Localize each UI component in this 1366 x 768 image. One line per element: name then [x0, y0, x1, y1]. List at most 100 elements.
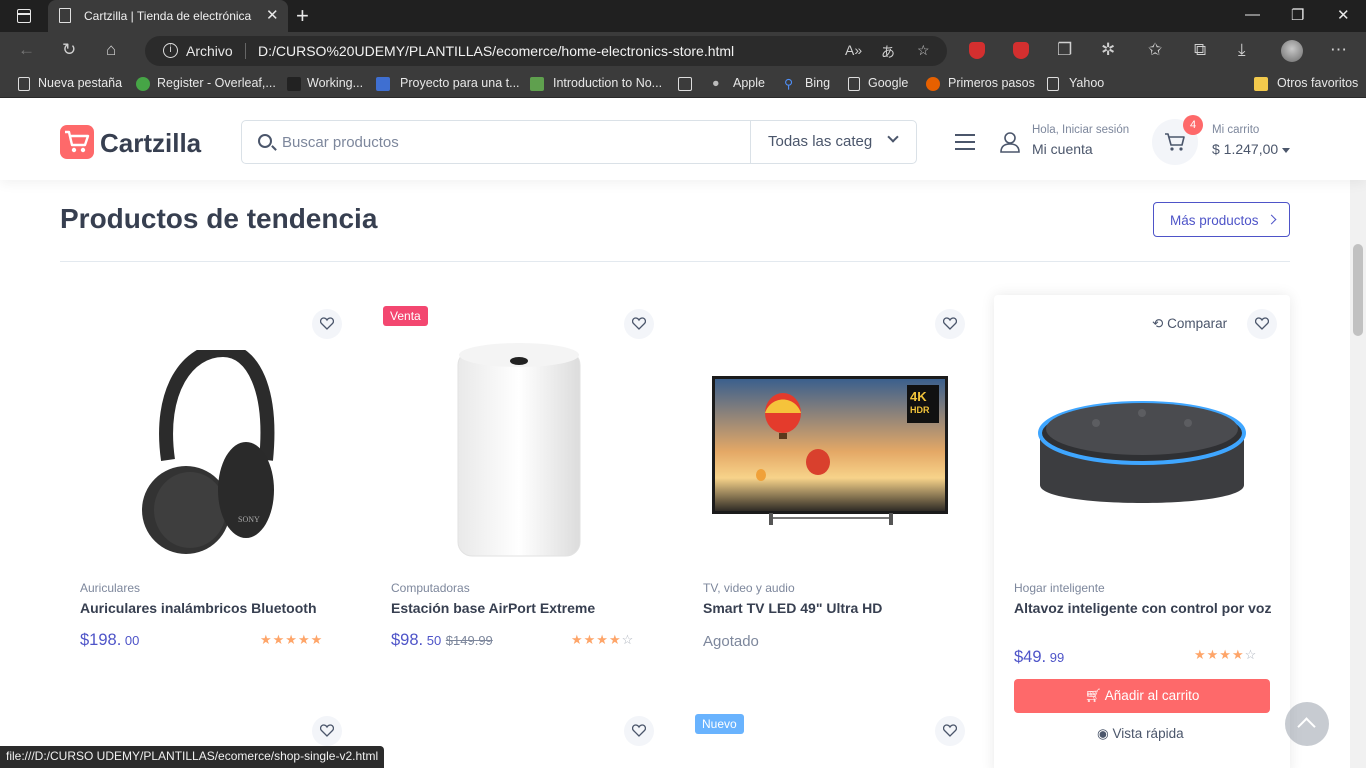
more-products-button[interactable]: Más productos — [1153, 202, 1290, 237]
wishlist-heart-icon[interactable] — [312, 716, 342, 746]
folder-icon — [1254, 77, 1268, 91]
tab-actions-icon[interactable] — [17, 9, 31, 23]
close-window-icon[interactable]: ✕ — [1337, 6, 1350, 24]
wishlist-heart-icon[interactable] — [935, 716, 965, 746]
extension-copy-icon[interactable]: ❐ — [1057, 40, 1072, 60]
home-icon[interactable]: ⌂ — [106, 40, 116, 60]
restore-icon[interactable]: ❐ — [1291, 6, 1304, 24]
product-price: $98. 50 $149.99 — [391, 631, 493, 650]
user-icon[interactable] — [999, 131, 1021, 153]
downloads-icon[interactable]: ⤓ — [1238, 40, 1246, 60]
product-title[interactable]: Smart TV LED 49" Ultra HD — [703, 600, 965, 616]
add-to-cart-label: Añadir al carrito — [1104, 688, 1200, 703]
bookmark-item[interactable]: Nueva pestaña — [38, 76, 122, 90]
cart-label[interactable]: Mi carrito — [1212, 124, 1259, 136]
refresh-icon[interactable]: ↻ — [62, 40, 76, 60]
airport-router-image — [457, 343, 581, 557]
chevron-down-icon — [887, 131, 899, 143]
compare-button[interactable]: ⟲ Comparar — [1152, 316, 1227, 332]
old-price: $149.99 — [445, 633, 493, 648]
add-to-cart-button[interactable]: 🛒︎ Añadir al carrito — [1014, 679, 1270, 713]
translate-icon[interactable]: あ — [881, 42, 895, 62]
extension-adblock2-icon[interactable] — [1013, 42, 1029, 59]
account-link[interactable]: Mi cuenta — [1032, 141, 1093, 157]
account-greeting[interactable]: Hola, Iniciar sesión — [1032, 124, 1129, 136]
overleaf-icon — [136, 77, 150, 91]
quick-view-button[interactable]: ◉ Vista rápida — [1097, 726, 1184, 742]
compare-icon: ⟲ — [1152, 316, 1164, 331]
address-bar[interactable]: i Archivo D:/CURSO%20UDEMY/PLANTILLAS/ec… — [145, 36, 947, 66]
read-aloud-icon[interactable]: A» — [845, 42, 862, 58]
firefox-icon — [926, 77, 940, 91]
back-to-top-button[interactable] — [1285, 702, 1329, 746]
smart-speaker-image — [1038, 401, 1246, 503]
apple-icon: ● — [712, 76, 720, 90]
browser-tab[interactable]: Cartzilla | Tienda de electrónica ✕ — [48, 0, 288, 32]
address-scheme-label: Archivo — [186, 43, 233, 59]
wishlist-heart-icon[interactable] — [1247, 309, 1277, 339]
menu-icon[interactable] — [955, 134, 975, 155]
category-select[interactable]: Todas las categorías — [750, 121, 917, 163]
product-title[interactable]: Altavoz inteligente con control por voz — [1014, 600, 1276, 616]
close-tab-icon[interactable]: ✕ — [266, 6, 279, 24]
price-cents: 00 — [121, 633, 140, 648]
page-icon — [848, 77, 860, 91]
page-icon — [59, 8, 71, 23]
wishlist-heart-icon[interactable] — [935, 309, 965, 339]
product-title[interactable]: Estación base AirPort Extreme — [391, 600, 653, 616]
add-favorite-icon[interactable]: ☆ — [917, 42, 930, 59]
price-cents: 50 — [423, 633, 442, 648]
bookmark-item[interactable]: Google — [868, 76, 908, 90]
address-url[interactable]: D:/CURSO%20UDEMY/PLANTILLAS/ecomerce/hom… — [258, 43, 734, 59]
page-scrollbar[interactable] — [1350, 180, 1366, 768]
stars-filled: ★★★★ — [571, 632, 622, 647]
cartzilla-logo-icon[interactable] — [60, 125, 94, 159]
info-icon[interactable]: i — [163, 43, 178, 58]
bookmark-item[interactable]: Register - Overleaf,... — [157, 76, 276, 90]
tab-title: Cartzilla | Tienda de electrónica — [84, 9, 252, 23]
bookmark-item[interactable]: Working... — [307, 76, 363, 90]
profile-avatar[interactable] — [1281, 40, 1303, 62]
product-category[interactable]: Auriculares — [80, 581, 140, 595]
wishlist-heart-icon[interactable] — [312, 309, 342, 339]
product-category[interactable]: TV, video y audio — [703, 581, 795, 595]
new-tab-icon[interactable]: + — [296, 3, 309, 29]
price-value: $49. — [1014, 648, 1047, 666]
stars-empty: ☆ — [621, 632, 635, 647]
section-divider — [60, 261, 1290, 262]
back-icon[interactable]: ← — [18, 40, 35, 60]
bookmark-item[interactable]: Apple — [733, 76, 765, 90]
rating-stars: ★★★★☆ — [1194, 647, 1257, 663]
cart-icon — [1165, 133, 1185, 151]
logo-text[interactable]: Cartzilla — [100, 128, 201, 159]
extension-adblock-icon[interactable] — [969, 42, 985, 59]
bookmark-item[interactable]: Proyecto para una t... — [400, 76, 520, 90]
caret-down-icon — [1282, 147, 1291, 153]
product-title[interactable]: Auriculares inalámbricos Bluetooth — [80, 600, 342, 616]
eye-icon: ◉ — [1097, 726, 1109, 741]
minimize-icon[interactable]: — — [1245, 6, 1260, 23]
bookmark-item[interactable]: Bing — [805, 76, 830, 90]
search-input[interactable] — [282, 132, 742, 152]
search-bar: Todas las categorías — [241, 120, 917, 164]
bookmark-item[interactable]: Yahoo — [1069, 76, 1104, 90]
wishlist-heart-icon[interactable] — [624, 309, 654, 339]
cart-icon: 🛒︎ — [1084, 688, 1102, 703]
favorites-icon[interactable]: ✩ — [1148, 40, 1162, 60]
svg-text:SONY: SONY — [238, 515, 260, 524]
bookmark-item[interactable]: Otros favoritos — [1277, 76, 1358, 90]
scrollbar-thumb[interactable] — [1353, 244, 1363, 336]
cart-total[interactable]: $ 1.247,00 — [1212, 141, 1291, 157]
wishlist-heart-icon[interactable] — [624, 716, 654, 746]
more-options-icon[interactable]: ⋯ — [1330, 40, 1347, 60]
product-category[interactable]: Computadoras — [391, 581, 470, 595]
extensions-icon[interactable]: ✲ — [1101, 40, 1115, 60]
product-card[interactable]: ⟲ Comparar Hogar inteligente Altavoz int… — [994, 295, 1290, 768]
cart-count-badge: 4 — [1183, 115, 1203, 135]
chevron-right-icon — [1266, 214, 1277, 225]
rating-stars: ★★★★☆ — [571, 632, 634, 648]
bookmark-item[interactable]: Introduction to No... — [553, 76, 662, 90]
bookmark-item[interactable]: Primeros pasos — [948, 76, 1035, 90]
collections-icon[interactable]: ⧉ — [1194, 40, 1206, 60]
product-category[interactable]: Hogar inteligente — [1014, 581, 1105, 595]
